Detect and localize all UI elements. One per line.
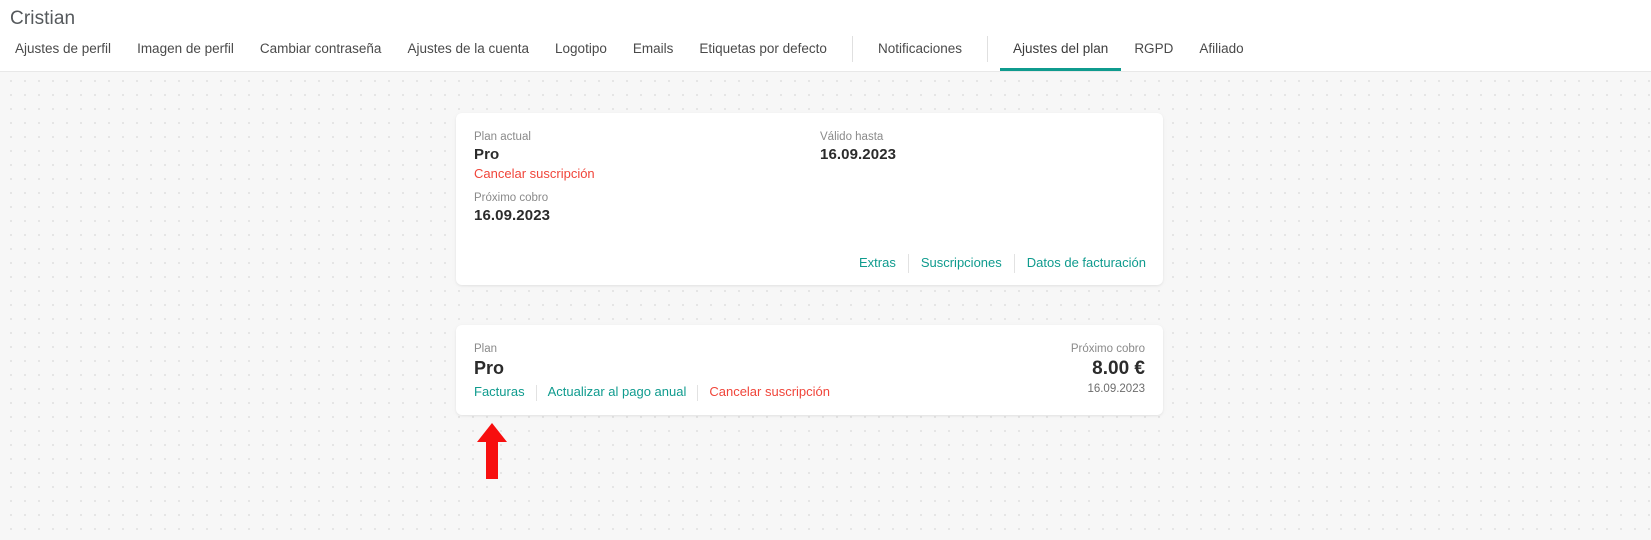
suscripciones-link[interactable]: Suscripciones	[921, 254, 1002, 273]
link-divider	[697, 384, 699, 401]
current-plan-label: Plan actual	[474, 131, 531, 143]
tab-etiquetas-por-defecto[interactable]: Etiquetas por defecto	[686, 41, 840, 72]
tab-rgpd[interactable]: RGPD	[1121, 41, 1186, 72]
facturas-link[interactable]: Facturas	[474, 383, 525, 402]
action-divider	[1013, 254, 1015, 273]
tab-ajustes-de-la-cuenta[interactable]: Ajustes de la cuenta	[394, 41, 542, 72]
plan-label: Plan	[474, 343, 498, 355]
page-header: Cristian Ajustes de perfil Imagen de per…	[0, 0, 1651, 72]
tab-afiliado[interactable]: Afiliado	[1186, 41, 1256, 72]
plan-value: Pro	[474, 358, 505, 379]
action-divider	[907, 254, 909, 273]
tab-logotipo[interactable]: Logotipo	[542, 41, 620, 72]
plan-item-card: Plan Pro Facturas Actualizar al pago anu…	[456, 325, 1163, 415]
next-charge-block: Próximo cobro 16.09.2023	[474, 190, 550, 226]
tab-emails[interactable]: Emails	[620, 41, 687, 72]
plan-summary-actions: Extras Suscripciones Datos de facturació…	[859, 254, 1146, 273]
valid-until-label: Válido hasta	[820, 131, 884, 143]
tab-imagen-de-perfil[interactable]: Imagen de perfil	[124, 41, 247, 72]
valid-until-block: Válido hasta 16.09.2023	[820, 129, 896, 165]
plan-summary-card: Plan actual Pro Cancelar suscripción Vál…	[456, 113, 1163, 285]
datos-de-facturacion-link[interactable]: Datos de facturación	[1027, 254, 1146, 273]
annotation-up-arrow-icon	[476, 423, 508, 479]
next-charge-label: Próximo cobro	[1070, 343, 1145, 355]
tab-ajustes-del-plan[interactable]: Ajustes del plan	[1000, 41, 1122, 71]
main-content: Plan actual Pro Cancelar suscripción Vál…	[0, 72, 1651, 540]
tab-divider	[987, 36, 988, 62]
plan-item-left: Plan Pro Facturas Actualizar al pago anu…	[474, 341, 830, 402]
next-charge-label: Próximo cobro	[474, 192, 549, 204]
tab-ajustes-de-perfil[interactable]: Ajustes de perfil	[2, 41, 124, 72]
plan-item-right: Próximo cobro 8.00 € 16.09.2023	[1071, 341, 1145, 397]
price-value: 8.00 €	[1092, 358, 1145, 380]
valid-until-value: 16.09.2023	[820, 146, 897, 164]
link-divider	[535, 384, 537, 401]
tab-divider	[851, 36, 853, 62]
tab-notificaciones[interactable]: Notificaciones	[865, 41, 975, 72]
tab-cambiar-contrasena[interactable]: Cambiar contraseña	[247, 41, 395, 72]
current-plan-block: Plan actual Pro Cancelar suscripción	[474, 129, 595, 184]
plan-item-links: Facturas Actualizar al pago anual Cancel…	[474, 383, 830, 402]
extras-link[interactable]: Extras	[859, 254, 896, 273]
cancel-subscription-link[interactable]: Cancelar suscripción	[709, 383, 830, 402]
actualizar-al-pago-anual-link[interactable]: Actualizar al pago anual	[548, 383, 687, 402]
current-plan-value: Pro	[474, 146, 500, 164]
tab-bar: Ajustes de perfil Imagen de perfil Cambi…	[0, 33, 1257, 71]
cancel-subscription-link[interactable]: Cancelar suscripción	[474, 165, 595, 184]
price-date: 16.09.2023	[1087, 382, 1145, 395]
next-charge-value: 16.09.2023	[474, 207, 551, 225]
page-title: Cristian	[10, 8, 76, 29]
